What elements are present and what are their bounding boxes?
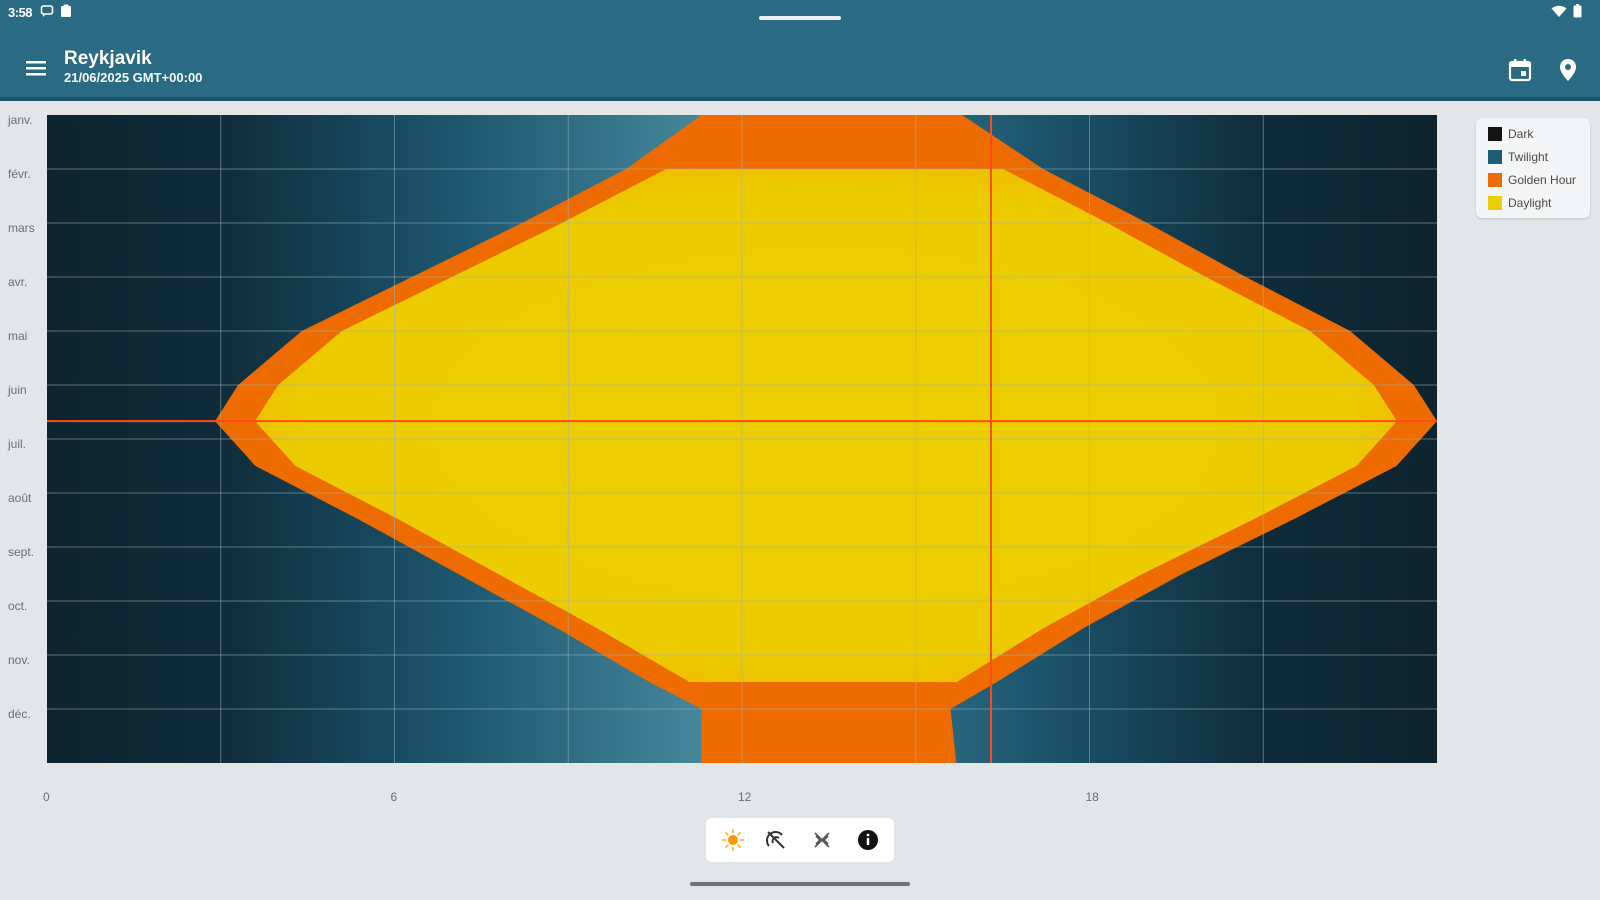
info-button[interactable] (854, 826, 882, 854)
y-tick-label: sept. (8, 545, 35, 559)
legend-label: Twilight (1508, 150, 1549, 164)
chart-legend: Dark Twilight Golden Hour Daylight (1476, 118, 1590, 218)
drag-handle[interactable] (759, 16, 841, 20)
y-tick-label: mai (8, 329, 28, 343)
golden-hour-toggle-button[interactable] (762, 826, 790, 854)
mode-toolbar (706, 818, 894, 862)
daylight-chart-svg[interactable] (0, 101, 1600, 811)
status-bar: 3:58 (0, 0, 1600, 28)
app-bar: 3:58 Reykjavik 21/06/2025 GMT+00:00 (0, 0, 1600, 97)
legend-swatch (1488, 196, 1502, 210)
x-tick-label: 12 (738, 790, 752, 804)
y-tick-label: août (8, 491, 32, 505)
moon-off-icon (814, 832, 830, 848)
battery-icon (1573, 4, 1582, 18)
legend-item: Twilight (1488, 149, 1548, 165)
legend-swatch (1488, 150, 1502, 164)
location-pin-icon (1560, 59, 1576, 81)
y-tick-label: juin (8, 383, 27, 397)
legend-label: Golden Hour (1508, 173, 1577, 187)
info-icon (858, 830, 878, 850)
hamburger-menu-icon (26, 61, 46, 76)
y-tick-label: juil. (8, 437, 27, 451)
chat-notification-icon (40, 5, 54, 17)
page-title: Reykjavik (64, 48, 152, 69)
y-tick-label: oct. (8, 599, 28, 613)
clipboard-notification-icon (61, 4, 71, 17)
wifi-icon (1551, 5, 1567, 17)
home-indicator[interactable] (690, 882, 910, 886)
x-tick-label: 0 (43, 790, 50, 804)
sun-icon (722, 829, 744, 851)
legend-swatch (1488, 127, 1502, 141)
daylight-chart[interactable]: janv. févr. mars avr. mai juin juil. août sept. o… (0, 101, 1600, 811)
legend-label: Dark (1508, 127, 1534, 141)
legend-item: Golden Hour (1488, 172, 1576, 188)
legend-label: Daylight (1508, 196, 1552, 210)
date-timezone-subtitle: 21/06/2025 GMT+00:00 (64, 70, 203, 85)
y-tick-label: déc. (8, 707, 31, 721)
status-icons-left (40, 4, 72, 18)
x-tick-label: 6 (390, 790, 398, 804)
y-tick-label: nov. (8, 653, 30, 667)
location-button[interactable] (1554, 56, 1582, 84)
y-tick-label: mars (8, 221, 35, 235)
daylight-mode-button[interactable] (719, 826, 747, 854)
menu-button[interactable] (22, 54, 50, 82)
y-tick-label: janv. (8, 113, 33, 127)
twilight-toggle-button[interactable] (808, 826, 836, 854)
calendar-button[interactable] (1506, 56, 1534, 84)
legend-item: Dark (1488, 126, 1533, 142)
calendar-icon (1508, 59, 1532, 82)
legend-item: Daylight (1488, 195, 1551, 211)
status-time: 3:58 (8, 5, 33, 20)
title-block: Reykjavik 21/06/2025 GMT+00:00 (64, 48, 202, 86)
x-tick-label: 18 (1085, 790, 1099, 804)
y-tick-label: févr. (8, 167, 31, 181)
sun-off-icon (766, 831, 785, 849)
legend-swatch (1488, 173, 1502, 187)
status-icons-right (1551, 4, 1582, 18)
y-tick-label: avr. (8, 275, 28, 289)
